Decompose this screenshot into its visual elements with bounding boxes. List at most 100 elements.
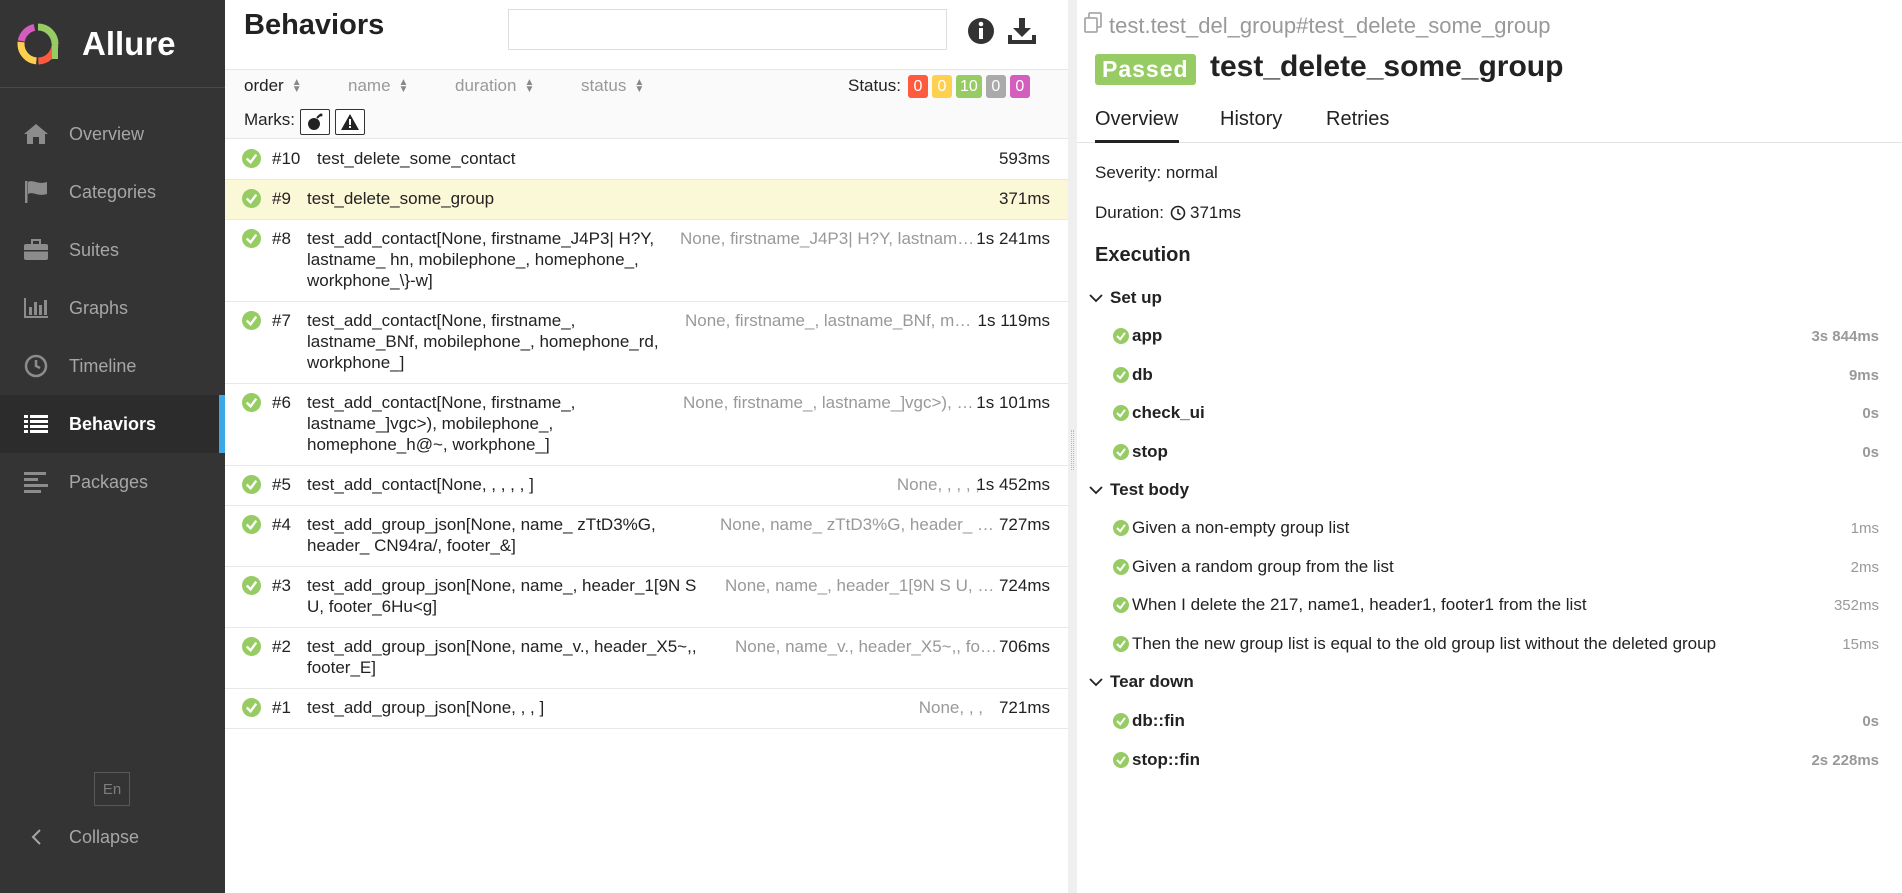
test-duration: 1s 452ms bbox=[976, 475, 1050, 494]
passed-check-icon bbox=[1113, 713, 1129, 729]
sidebar-item-categories[interactable]: Categories bbox=[0, 163, 225, 221]
sort-duration[interactable]: duration ▲ ▼ bbox=[455, 76, 534, 96]
sidebar-item-suites[interactable]: Suites bbox=[0, 221, 225, 279]
test-number: #5 bbox=[272, 475, 291, 494]
section-label: Test body bbox=[1110, 480, 1190, 499]
test-row[interactable]: #10 test_delete_some_contact 593ms bbox=[225, 140, 1068, 180]
search-input[interactable] bbox=[508, 9, 947, 50]
test-row[interactable]: #5 test_add_contact[None, , , , , ] None… bbox=[225, 466, 1068, 506]
sidebar-item-behaviors[interactable]: Behaviors bbox=[0, 395, 225, 453]
step-duration: 9ms bbox=[1848, 366, 1879, 384]
tab-history[interactable]: History bbox=[1220, 108, 1282, 143]
duration-info: Duration: 371ms bbox=[1095, 203, 1241, 223]
passed-check-icon bbox=[1113, 752, 1129, 768]
step-name: Then the new group list is equal to the … bbox=[1132, 634, 1717, 653]
warning-icon bbox=[341, 114, 359, 130]
sort-order[interactable]: order ▲ ▼ bbox=[244, 76, 302, 96]
fixture-step[interactable]: app 3s 844ms bbox=[1113, 326, 1879, 346]
warning-mark-button[interactable] bbox=[335, 109, 365, 135]
language-button[interactable]: En bbox=[94, 772, 130, 806]
pane-splitter[interactable] bbox=[1068, 0, 1077, 893]
test-row[interactable]: #7 test_add_contact[None, firstname_, la… bbox=[225, 302, 1068, 384]
sidebar: Allure Overview Categories Suites Graphs bbox=[0, 0, 225, 893]
passed-check-icon bbox=[242, 698, 261, 717]
test-name: test_add_contact[None, , , , , ] bbox=[307, 475, 534, 494]
test-row[interactable]: #8 test_add_contact[None, firstname_J4P3… bbox=[225, 220, 1068, 302]
tab-retries[interactable]: Retries bbox=[1326, 108, 1389, 143]
test-row-selected[interactable]: #9 test_delete_some_group 371ms bbox=[225, 180, 1068, 220]
test-params: None, name_ zTtD3%G, header_ CN94ra/, fo… bbox=[720, 515, 995, 534]
test-number: #3 bbox=[272, 576, 291, 595]
step-duration: 2s 228ms bbox=[1811, 751, 1879, 769]
test-row[interactable]: #2 test_add_group_json[None, name_v., he… bbox=[225, 628, 1068, 689]
chevron-down-icon bbox=[1089, 677, 1103, 687]
status-badge-unknown[interactable]: 0 bbox=[1009, 75, 1030, 98]
sidebar-item-timeline[interactable]: Timeline bbox=[0, 337, 225, 395]
passed-check-icon bbox=[1113, 405, 1129, 421]
test-name: test_add_group_json[None, name_ zTtD3%G,… bbox=[307, 515, 656, 555]
fixture-step[interactable]: db 9ms bbox=[1113, 365, 1879, 385]
passed-check-icon bbox=[242, 149, 261, 168]
test-number: #9 bbox=[272, 189, 291, 208]
sidebar-item-packages[interactable]: Packages bbox=[0, 453, 225, 511]
fixture-step[interactable]: stop::fin 2s 228ms bbox=[1113, 750, 1879, 770]
align-left-icon bbox=[22, 468, 50, 496]
setup-section-toggle[interactable]: Set up bbox=[1089, 288, 1162, 308]
step-duration: 352ms bbox=[1833, 596, 1879, 614]
brand[interactable]: Allure bbox=[0, 0, 225, 88]
info-icon[interactable] bbox=[966, 16, 996, 46]
test-row[interactable]: #4 test_add_group_json[None, name_ zTtD3… bbox=[225, 506, 1068, 567]
test-step[interactable]: When I delete the 217, name1, header1, f… bbox=[1113, 595, 1879, 615]
status-badge-passed[interactable]: 10 bbox=[956, 75, 982, 98]
test-duration: 706ms bbox=[998, 637, 1050, 656]
passed-check-icon bbox=[1113, 444, 1129, 460]
list-icon bbox=[22, 410, 50, 438]
splitter-grip[interactable] bbox=[1071, 430, 1074, 470]
test-row[interactable]: #1 test_add_group_json[None, , , ] None,… bbox=[225, 689, 1068, 729]
tab-overview[interactable]: Overview bbox=[1095, 108, 1179, 143]
test-params: None, firstname_, lastname_BNf, mobileph… bbox=[685, 311, 980, 330]
duration-label: Duration: bbox=[1095, 203, 1164, 222]
flaky-mark-button[interactable] bbox=[300, 109, 330, 135]
sidebar-item-label: Overview bbox=[69, 123, 145, 144]
test-number: #7 bbox=[272, 311, 291, 330]
test-params: None, firstname_J4P3| H?Y, lastname_ hn,… bbox=[680, 229, 980, 248]
test-number: #1 bbox=[272, 698, 291, 717]
sort-name[interactable]: name ▲ ▼ bbox=[348, 76, 408, 96]
test-row[interactable]: #3 test_add_group_json[None, name_, head… bbox=[225, 567, 1068, 628]
clock-icon bbox=[1170, 205, 1186, 221]
briefcase-icon bbox=[22, 236, 50, 264]
status-badge: Passed bbox=[1095, 54, 1196, 85]
sidebar-item-overview[interactable]: Overview bbox=[0, 105, 225, 163]
fixture-step[interactable]: check_ui 0s bbox=[1113, 403, 1879, 423]
test-body-section-toggle[interactable]: Test body bbox=[1089, 480, 1189, 500]
copy-icon[interactable] bbox=[1083, 12, 1103, 40]
test-step[interactable]: Then the new group list is equal to the … bbox=[1113, 634, 1879, 654]
test-number: #8 bbox=[272, 229, 291, 248]
test-step[interactable]: Given a non-empty group list 1ms bbox=[1113, 518, 1879, 538]
test-number: #10 bbox=[272, 149, 301, 168]
pane-header: Behaviors bbox=[225, 0, 1068, 70]
status-badge-failed[interactable]: 0 bbox=[908, 75, 928, 98]
sort-status[interactable]: status ▲ ▼ bbox=[581, 76, 644, 96]
sidebar-item-graphs[interactable]: Graphs bbox=[0, 279, 225, 337]
download-icon[interactable] bbox=[1007, 16, 1037, 46]
test-name: test_delete_some_contact bbox=[317, 149, 516, 168]
test-duration: 727ms bbox=[998, 515, 1050, 534]
status-badge-broken[interactable]: 0 bbox=[932, 75, 952, 98]
sort-arrows-icon: ▲ ▼ bbox=[634, 77, 645, 95]
step-duration: 1ms bbox=[1850, 519, 1879, 537]
test-name: test_delete_some_group bbox=[307, 189, 495, 208]
fixture-step[interactable]: stop 0s bbox=[1113, 442, 1879, 462]
test-step[interactable]: Given a random group from the list 2ms bbox=[1113, 557, 1879, 577]
fixture-step[interactable]: db::fin 0s bbox=[1113, 711, 1879, 731]
status-badge-skipped[interactable]: 0 bbox=[985, 75, 1006, 98]
collapse-button[interactable]: Collapse bbox=[22, 820, 139, 854]
step-name: check_ui bbox=[1132, 403, 1205, 422]
allure-logo-icon bbox=[17, 23, 59, 64]
step-name: app bbox=[1132, 326, 1163, 345]
section-label: Set up bbox=[1110, 288, 1162, 307]
test-row[interactable]: #6 test_add_contact[None, firstname_, la… bbox=[225, 384, 1068, 466]
passed-check-icon bbox=[242, 576, 261, 595]
teardown-section-toggle[interactable]: Tear down bbox=[1089, 672, 1194, 692]
